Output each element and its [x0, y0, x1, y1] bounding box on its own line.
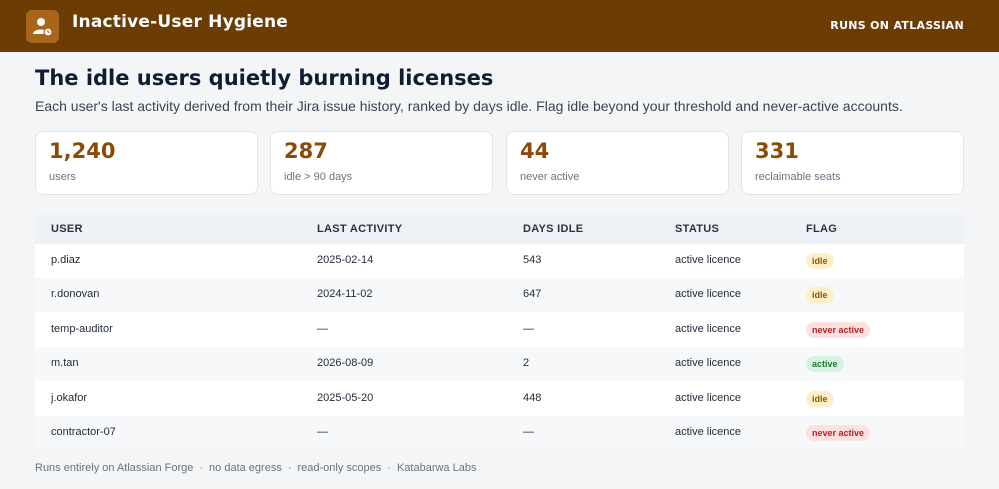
stat-card-never-active: 44 never active: [506, 131, 729, 195]
stat-label: users: [49, 171, 76, 183]
flag-badge: never active: [806, 425, 871, 441]
column-header-flag[interactable]: FLAG: [806, 223, 837, 235]
footer-item: read-only scopes: [297, 462, 382, 474]
runs-on-label: RUNS ON ATLASSIAN: [830, 19, 964, 32]
stat-value: 44: [520, 139, 550, 163]
user-clock-icon: [26, 10, 59, 43]
stat-label: never active: [520, 171, 580, 183]
cell-status: active licence: [675, 254, 742, 266]
cell-user: temp-auditor: [51, 322, 113, 335]
cell-last-activity: 2026-08-09: [317, 357, 374, 370]
flag-badge: idle: [806, 390, 834, 407]
flag-badge: active: [806, 356, 844, 373]
cell-days-idle: 543: [523, 254, 542, 266]
footer: Runs entirely on Atlassian Forge · no data…: [35, 462, 476, 474]
cell-days-idle: 2: [523, 357, 530, 370]
cell-user: j.okafor: [51, 391, 88, 404]
top-bar: Inactive-User Hygiene RUNS ON ATLASSIAN: [0, 0, 999, 52]
cell-days-idle: —: [523, 322, 534, 335]
stat-label: idle > 90 days: [284, 171, 353, 183]
footer-separator: ·: [199, 462, 204, 474]
footer-item: no data egress: [209, 462, 282, 474]
cell-last-activity: —: [317, 426, 328, 438]
cell-days-idle: 647: [523, 288, 542, 301]
cell-days-idle: —: [523, 426, 534, 438]
cell-status: active licence: [675, 357, 742, 370]
footer-separator: ·: [287, 462, 292, 474]
column-header-days-idle[interactable]: DAYS IDLE: [523, 223, 583, 235]
users-table: USER LAST ACTIVITY DAYS IDLE STATUS FLAG…: [35, 214, 964, 449]
stat-card-reclaimable: 331 reclaimable seats: [741, 131, 964, 195]
stat-value: 331: [755, 139, 799, 163]
cell-status: active licence: [675, 322, 742, 335]
cell-last-activity: 2025-05-20: [317, 391, 374, 404]
cell-last-activity: 2024-11-02: [317, 288, 373, 301]
cell-user: m.tan: [51, 357, 79, 370]
table-header: USER LAST ACTIVITY DAYS IDLE STATUS FLAG: [35, 214, 964, 244]
flag-badge: idle: [806, 287, 834, 304]
footer-item: Katabarwa Labs: [396, 462, 477, 474]
cell-status: active licence: [675, 426, 742, 438]
footer-separator: ·: [387, 462, 391, 474]
stat-card-users: 1,240 users: [35, 131, 258, 195]
table-row[interactable]: contractor-07 — — active licence never activ…: [35, 416, 964, 449]
cell-days-idle: 448: [523, 391, 542, 404]
table-row[interactable]: j.okafor 2025-05-20 448 active licence idle: [35, 382, 964, 416]
flag-badge: idle: [806, 253, 834, 269]
cell-last-activity: 2025-02-14: [317, 254, 374, 266]
page-subtitle: Each user's last activity derived from t…: [35, 98, 903, 114]
cell-user: p.diaz: [51, 254, 81, 266]
table-row[interactable]: p.diaz 2025-02-14 543 active licence idle: [35, 244, 964, 278]
stat-card-idle: 287 idle > 90 days: [270, 131, 493, 195]
column-header-status[interactable]: STATUS: [675, 223, 719, 235]
page-title: The idle users quietly burning licenses: [35, 66, 494, 90]
table-row[interactable]: m.tan 2026-08-09 2 active licence active: [35, 347, 964, 382]
table-row[interactable]: temp-auditor — — active licence never active: [35, 313, 964, 347]
cell-last-activity: —: [317, 322, 328, 335]
stat-value: 287: [284, 139, 328, 163]
cell-user: r.donovan: [51, 288, 100, 301]
stat-value: 1,240: [49, 139, 116, 163]
cell-status: active licence: [675, 288, 742, 301]
stat-label: reclaimable seats: [755, 171, 841, 183]
cell-status: active licence: [675, 391, 742, 404]
column-header-last-activity[interactable]: LAST ACTIVITY: [317, 223, 402, 235]
flag-badge: never active: [806, 321, 871, 338]
table-row[interactable]: r.donovan 2024-11-02 647 active licence idle: [35, 278, 964, 313]
cell-user: contractor-07: [51, 426, 116, 438]
column-header-user[interactable]: USER: [51, 223, 83, 235]
app-title: Inactive-User Hygiene: [72, 12, 289, 32]
footer-item: Runs entirely on Atlassian Forge: [35, 462, 194, 474]
